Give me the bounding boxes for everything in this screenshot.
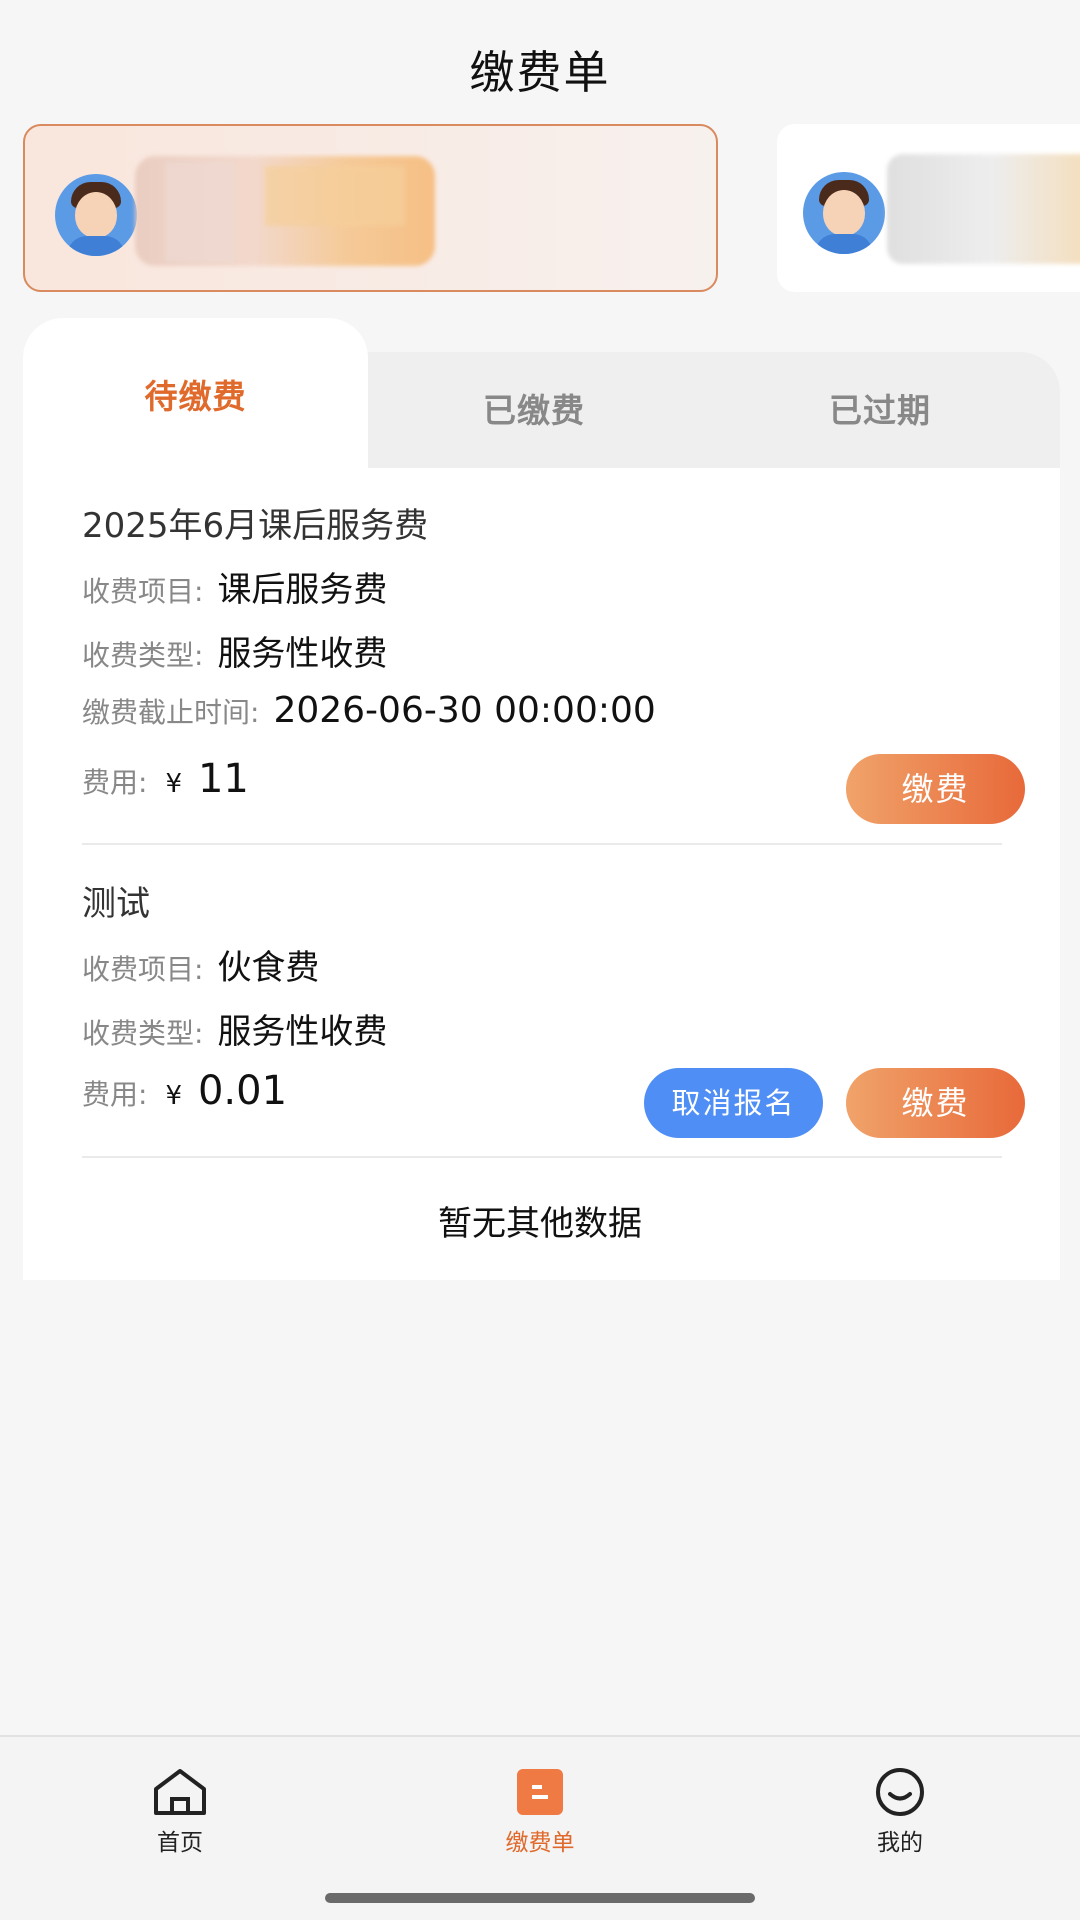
- type-value: 服务性收费: [217, 1012, 388, 1052]
- item-value: 课后服务费: [217, 570, 388, 610]
- tab-paid[interactable]: 已缴费: [483, 384, 585, 432]
- nav-item-mine[interactable]: 我的: [820, 1767, 980, 1857]
- nav-item-bills[interactable]: 缴费单: [460, 1767, 620, 1857]
- currency-symbol: ¥: [165, 1081, 182, 1111]
- bill-item-row: 收费项目: 伙食费: [82, 940, 319, 989]
- pay-button[interactable]: 缴费: [846, 1068, 1025, 1138]
- tab-pending[interactable]: 待缴费: [23, 318, 368, 468]
- bill-type-row: 收费类型: 服务性收费: [82, 626, 387, 675]
- bill-tabs-section: 待缴费 已缴费 已过期 2025年6月课后服务费 收费项目: 课后服务费 收费类型…: [23, 318, 1060, 1280]
- item-label: 收费项目:: [82, 953, 204, 986]
- bill-list: 2025年6月课后服务费 收费项目: 课后服务费 收费类型: 服务性收费 缴费截止时…: [23, 468, 1060, 1280]
- pay-button[interactable]: 缴费: [846, 754, 1025, 824]
- bill-deadline-row: 缴费截止时间: 2026-06-30 00:00:00: [82, 690, 656, 731]
- type-value: 服务性收费: [217, 634, 388, 674]
- price-label: 费用:: [82, 766, 148, 799]
- type-label: 收费类型:: [82, 639, 204, 672]
- redacted-student-name: [887, 154, 1080, 264]
- item-value: 伙食费: [217, 948, 320, 988]
- deadline-label: 缴费截止时间:: [82, 696, 260, 729]
- home-indicator[interactable]: [325, 1893, 755, 1903]
- currency-symbol: ¥: [165, 769, 182, 799]
- bill-item: 2025年6月课后服务费 收费项目: 课后服务费 收费类型: 服务性收费 缴费截止时…: [82, 498, 1025, 838]
- smile-icon: [870, 1767, 930, 1817]
- price-amount: 0.01: [197, 1068, 288, 1114]
- cancel-registration-button[interactable]: 取消报名: [644, 1068, 823, 1138]
- bill-price-row: 费用: ¥11: [82, 756, 249, 802]
- nav-item-home[interactable]: 首页: [100, 1767, 260, 1857]
- divider: [82, 1156, 1002, 1158]
- tab-expired[interactable]: 已过期: [829, 384, 931, 432]
- bill-item-row: 收费项目: 课后服务费: [82, 562, 387, 611]
- home-icon: [150, 1767, 210, 1817]
- bill-type-row: 收费类型: 服务性收费: [82, 1004, 387, 1053]
- bill-item: 测试 收费项目: 伙食费 收费类型: 服务性收费 费用: ¥0.01 取消报名 缴费: [82, 876, 1025, 1138]
- bill-price-row: 费用: ¥0.01: [82, 1068, 287, 1114]
- deadline-value: 2026-06-30 00:00:00: [273, 690, 656, 731]
- student-card-selected[interactable]: [23, 124, 718, 292]
- divider: [82, 843, 1002, 845]
- nav-label: 缴费单: [505, 1830, 575, 1856]
- student-card-other[interactable]: [777, 124, 1080, 292]
- nav-label: 首页: [157, 1830, 203, 1856]
- page-title: 缴费单: [469, 46, 611, 99]
- empty-state-text: 暂无其他数据: [438, 1204, 642, 1244]
- bill-title: 2025年6月课后服务费: [82, 506, 429, 546]
- price-amount: 11: [197, 756, 249, 802]
- item-label: 收费项目:: [82, 575, 204, 608]
- type-label: 收费类型:: [82, 1017, 204, 1050]
- student-avatar: [55, 174, 137, 256]
- nav-label: 我的: [877, 1830, 923, 1856]
- bill-title: 测试: [82, 884, 150, 924]
- price-label: 费用:: [82, 1078, 148, 1111]
- student-avatar: [803, 172, 885, 254]
- bill-icon: [510, 1767, 570, 1817]
